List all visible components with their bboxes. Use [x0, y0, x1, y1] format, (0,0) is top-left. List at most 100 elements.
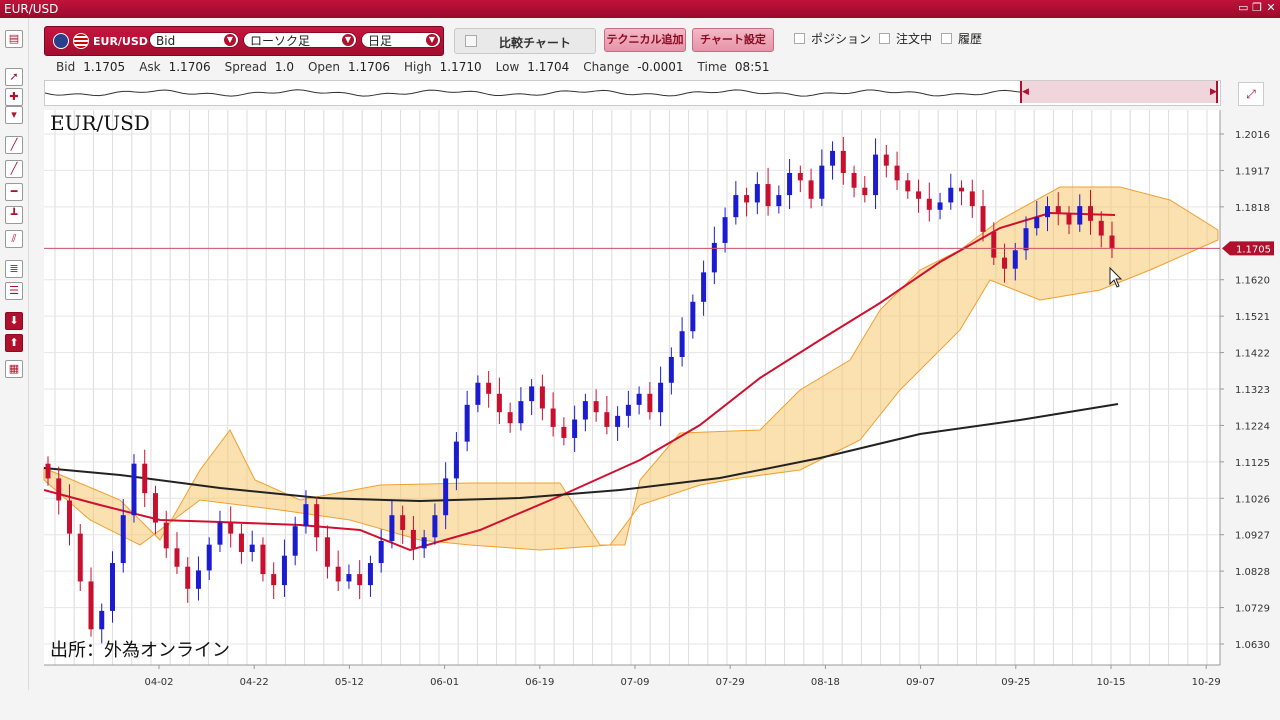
candle-body: [776, 195, 782, 207]
candle-body: [572, 419, 578, 438]
candle-body: [152, 493, 158, 523]
candle-body: [840, 150, 846, 174]
candle-body: [873, 154, 879, 196]
price-tick-label: 1.0729: [1235, 604, 1270, 615]
price-tick-label: 1.1818: [1235, 203, 1270, 214]
current-price-label: 1.1705: [1236, 244, 1271, 255]
candle-body: [120, 515, 126, 564]
date-tick-label: 04-22: [240, 677, 269, 688]
candle-body: [1034, 217, 1040, 229]
candle-body: [711, 242, 717, 273]
candle-body: [432, 515, 438, 538]
status-footer: [0, 690, 1280, 720]
candle-body: [808, 180, 814, 199]
candle-body: [937, 202, 943, 210]
price-axis: 1.2016 1.1917 1.1818 1.1620 1.1521 1.1422 1.13…: [1219, 110, 1270, 665]
candle-body: [1088, 206, 1094, 221]
price-tick-label: 1.1125: [1235, 458, 1270, 469]
candle-body: [754, 184, 760, 203]
candle-body: [668, 356, 674, 383]
date-tick-label: 09-25: [1001, 677, 1030, 688]
candle-body: [206, 544, 212, 571]
candle-body: [496, 393, 502, 413]
date-axis: 04-02 04-22 05-12 06-01 06-19 07-09 07-29 08-18…: [44, 664, 1221, 688]
price-tick-label: 1.2016: [1235, 130, 1270, 141]
candle-body: [862, 187, 868, 196]
candle-body: [486, 382, 492, 394]
candle-body: [539, 386, 545, 409]
candle-body: [303, 504, 309, 527]
candle-body: [378, 540, 384, 564]
candle-body: [249, 544, 255, 553]
date-tick-label: 07-29: [716, 677, 745, 688]
candle-body: [228, 522, 234, 534]
candle-body: [582, 401, 588, 420]
candle-body: [195, 570, 201, 589]
candle-body: [1066, 213, 1072, 225]
candle-body: [185, 566, 191, 589]
candle-body: [421, 537, 427, 549]
price-tick-label: 1.1026: [1235, 494, 1270, 505]
candle-body: [238, 533, 244, 553]
candle-body: [604, 412, 610, 427]
candle-body: [959, 187, 965, 192]
candle-body: [679, 331, 685, 357]
candle-body: [260, 544, 266, 575]
candle-body: [77, 533, 83, 582]
candle-body: [636, 393, 642, 405]
price-tick-label: 1.0630: [1235, 640, 1270, 651]
candle-body: [1098, 220, 1104, 236]
candle-body: [658, 382, 664, 413]
plot-area: [44, 110, 1220, 665]
date-tick-label: 05-12: [335, 677, 364, 688]
candle-body: [443, 478, 449, 516]
candle-body: [324, 537, 330, 567]
candle-body: [948, 187, 954, 203]
candle-body: [819, 165, 825, 199]
candle-body: [722, 217, 728, 243]
candle-body: [787, 173, 793, 196]
candle-body: [926, 198, 932, 210]
candle-body: [335, 566, 341, 582]
candle-body: [550, 408, 556, 427]
date-tick-label: 10-15: [1096, 677, 1125, 688]
candle-body: [389, 515, 395, 541]
price-chart[interactable]: 1.2016 1.1917 1.1818 1.1620 1.1521 1.1422 1.13…: [0, 0, 1280, 690]
candle-body: [346, 574, 352, 582]
source-label: 出所：外為オンライン: [50, 640, 230, 661]
candle-body: [625, 404, 631, 416]
candle-body: [357, 574, 363, 586]
candle-body: [830, 150, 836, 166]
candle-body: [174, 548, 180, 567]
candle-body: [1002, 257, 1008, 269]
candle-body: [142, 463, 148, 494]
candle-body: [1023, 228, 1029, 251]
candle-body: [99, 610, 105, 630]
chart-symbol-label: EUR/USD: [50, 111, 150, 135]
date-tick-label: 10-29: [1192, 677, 1221, 688]
candle-body: [851, 173, 857, 188]
current-price-marker: 1.1705: [1222, 241, 1274, 256]
candle-body: [507, 412, 513, 424]
date-tick-label: 06-19: [525, 677, 554, 688]
candle-body: [593, 401, 599, 413]
price-tick-label: 1.0828: [1235, 567, 1270, 578]
candle-body: [905, 180, 911, 192]
date-tick-label: 08-18: [811, 677, 840, 688]
candle-body: [701, 272, 707, 302]
price-tick-label: 1.1521: [1235, 312, 1270, 323]
candle-body: [217, 522, 223, 545]
date-tick-label: 09-07: [906, 677, 935, 688]
price-tick-label: 1.1917: [1235, 166, 1270, 177]
candle-body: [797, 173, 803, 181]
candle-body: [615, 415, 621, 427]
candle-body: [453, 441, 459, 479]
candle-body: [56, 478, 62, 501]
candle-body: [518, 401, 524, 424]
candle-body: [744, 195, 750, 203]
price-tick-label: 1.1224: [1235, 421, 1270, 432]
candle-body: [894, 165, 900, 181]
candle-body: [314, 504, 320, 538]
date-tick-label: 07-09: [620, 677, 649, 688]
candle-body: [1045, 206, 1051, 218]
